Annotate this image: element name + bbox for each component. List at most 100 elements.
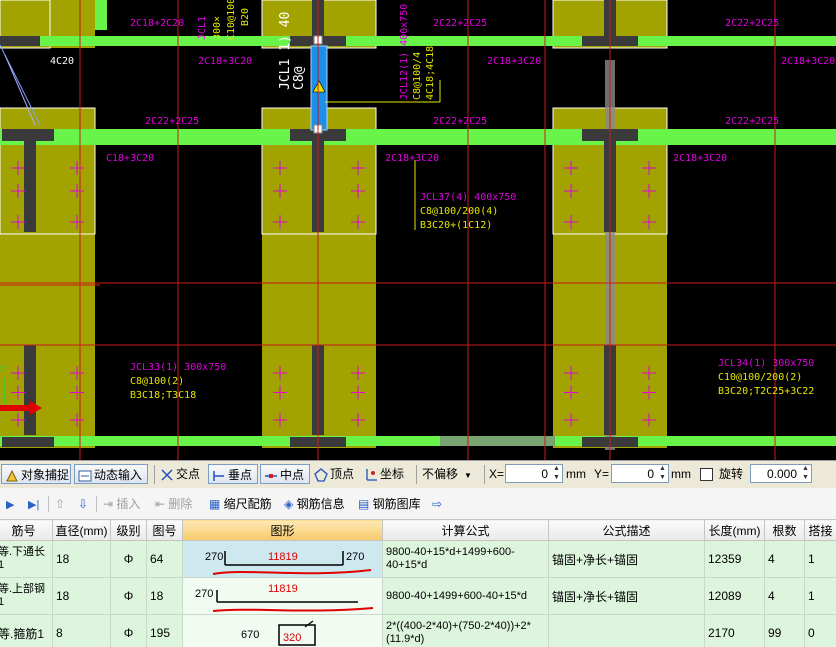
midpoint-snap[interactable]: 中点 — [260, 464, 310, 484]
count-cell[interactable]: 99 — [764, 614, 805, 647]
column-header-figure-no[interactable]: 图号 — [146, 519, 183, 541]
count-cell[interactable]: 4 — [764, 540, 805, 578]
lap-cell[interactable]: 0 — [804, 614, 836, 647]
y-spinner-icon[interactable]: ▲ ▼ — [657, 464, 668, 483]
column-header-length[interactable]: 长度(mm) — [704, 519, 765, 541]
bar-name-cell[interactable]: 等.上部钢1 — [0, 577, 53, 615]
table-row[interactable]: 等.下通长1 18 Φ 64 270 11819 270 9800-40+15* — [0, 540, 836, 578]
grade-cell[interactable]: Φ — [110, 577, 147, 615]
figure-no-cell[interactable]: 195 — [146, 614, 183, 647]
insert-button[interactable]: ⇥ 插入 — [103, 495, 140, 513]
last-record-icon[interactable]: ▶| — [28, 495, 39, 513]
cad-drawing-canvas[interactable]: Y 2C18+2C20 2C22+2C25 2C22+2C25 2C18+3C2… — [0, 0, 836, 460]
scale-rebar-button[interactable]: ▦ 缩尺配筋 — [209, 495, 272, 513]
info-icon: ◈ — [284, 497, 297, 511]
dynamic-input-button[interactable]: 动态输入 — [74, 464, 148, 484]
intersection-snap[interactable]: 交点 — [160, 464, 200, 484]
grade-cell[interactable]: Φ — [110, 540, 147, 578]
formula-cell[interactable]: 9800-40+1499+600-40+15*d — [382, 577, 549, 615]
formula-desc-cell[interactable]: 锚固+净长+锚固 — [548, 540, 705, 578]
formula-cell[interactable]: 9800-40+15*d+1499+600-40+15*d — [382, 540, 549, 578]
column-header-formula[interactable]: 计算公式 — [382, 519, 549, 541]
column-header-formula-desc[interactable]: 公式描述 — [548, 519, 705, 541]
bar-name-line2: 1 — [0, 559, 4, 571]
move-up-icon[interactable]: ⇧ — [55, 495, 65, 513]
beam-label: 2C18+3C20 — [487, 56, 541, 67]
diameter-cell[interactable]: 18 — [52, 577, 111, 615]
shape-cell[interactable]: 670 320 — [182, 614, 383, 647]
rotate-label: 旋转 — [719, 467, 744, 481]
delete-label: 删除 — [168, 497, 193, 511]
stirrup-label: C8@100/200(4) — [420, 206, 498, 217]
rotate-checkbox[interactable]: 旋转 — [700, 464, 743, 484]
rebar-table: 筋号 直径(mm) 级别 图号 图形 计算公式 公式描述 长度(mm) 根数 搭… — [0, 519, 836, 647]
length-cell[interactable]: 12359 — [704, 540, 765, 578]
beam-name: JCL34(1) 300x750 — [718, 358, 814, 369]
shape-cell[interactable]: 270 11819 — [182, 577, 383, 615]
shape-mid-dim: 320 — [283, 632, 301, 644]
beam-row-top[interactable] — [0, 36, 836, 46]
vertical-beam-label: JCL12(1) 400x750 — [399, 4, 410, 100]
x-spinner-icon[interactable]: ▲ ▼ — [551, 464, 562, 483]
dynamic-input-label: 动态输入 — [94, 468, 143, 482]
count-cell[interactable]: 4 — [764, 577, 805, 615]
diameter-cell[interactable]: 8 — [52, 614, 111, 647]
perpendicular-snap[interactable]: 垂点 — [208, 464, 258, 484]
column-left[interactable] — [0, 108, 95, 448]
figure-no-cell[interactable]: 64 — [146, 540, 183, 578]
coordinate-snap[interactable]: 坐标 — [364, 464, 404, 484]
vertex-icon — [314, 467, 328, 482]
column-header-shape[interactable]: 图形 — [182, 519, 383, 541]
table-header-row: 筋号 直径(mm) 级别 图号 图形 计算公式 公式描述 长度(mm) 根数 搭… — [0, 519, 836, 541]
figure-no-cell[interactable]: 18 — [146, 577, 183, 615]
column-header-bar-no[interactable]: 筋号 — [0, 519, 53, 541]
ruler-icon: ▦ — [209, 497, 224, 511]
table-row[interactable]: 等.箍筋1 8 Φ 195 670 320 2*((400-2*40)+(750… — [0, 614, 836, 647]
rebar-info-button[interactable]: ◈ 钢筋信息 — [284, 495, 345, 513]
formula-cell[interactable]: 2*((400-2*40)+(750-2*40))+2*(11.9*d) — [382, 614, 549, 647]
rebar-label: B3C20+(1C12) — [420, 220, 492, 231]
bar-name-line1: 等.上部钢 — [0, 583, 46, 595]
delete-button[interactable]: ⇤ 删除 — [155, 495, 192, 513]
rebar-library-button[interactable]: ▤ 钢筋图库 — [358, 495, 421, 513]
snap-toolbar: 对象捕捉 动态输入 交点 垂点 中点 顶点 坐标 不偏移 ▼ X= ▲▼ mm Y… — [0, 460, 836, 489]
move-down-icon[interactable]: ⇩ — [78, 495, 88, 513]
export-icon[interactable]: ⇨ — [432, 495, 442, 513]
grade-cell[interactable]: Φ — [110, 614, 147, 647]
lap-cell[interactable]: 1 — [804, 540, 836, 578]
beam-label: 2C22+2C25 — [145, 116, 199, 127]
shape-cell[interactable]: 270 11819 270 — [182, 540, 383, 578]
beam-row-middle[interactable] — [0, 129, 836, 145]
rotate-spinner-icon[interactable]: ▲ ▼ — [800, 464, 811, 483]
vertical-beam-label: JCL1 1) 40 — [278, 12, 293, 90]
formula-desc-cell[interactable] — [548, 614, 705, 647]
cad-drawing[interactable]: Y 2C18+2C20 2C22+2C25 2C22+2C25 2C18+3C2… — [0, 0, 836, 460]
play-icon[interactable]: ▶ — [6, 495, 14, 513]
bar-name-cell[interactable]: 等.下通长1 — [0, 540, 53, 578]
table-row[interactable]: 等.上部钢1 18 Φ 18 270 11819 9800-40+1499+60… — [0, 577, 836, 615]
vertex-snap[interactable]: 顶点 — [314, 464, 354, 484]
diameter-cell[interactable]: 18 — [52, 540, 111, 578]
length-cell[interactable]: 2170 — [704, 614, 765, 647]
object-snap-button[interactable]: 对象捕捉 — [1, 464, 71, 484]
vertical-beam-label: 4C18;4C18 — [425, 46, 436, 100]
rebar-info-label: 钢筋信息 — [296, 497, 345, 511]
beam-label: 2C18+3C20 — [385, 153, 439, 164]
column-header-diameter[interactable]: 直径(mm) — [52, 519, 111, 541]
beam-name: JCL33(1) 300x750 — [130, 362, 226, 373]
beam-label: 2C18+2C20 — [130, 18, 184, 29]
lap-cell[interactable]: 1 — [804, 577, 836, 615]
offset-mode-dropdown[interactable]: 不偏移 ▼ — [422, 464, 482, 484]
shape-mid-dim: 11819 — [268, 551, 298, 563]
perpendicular-label: 垂点 — [228, 468, 253, 482]
beam-row-bottom[interactable] — [0, 436, 836, 446]
column-header-lap[interactable]: 搭接 — [804, 519, 836, 541]
bar-name-cell[interactable]: 等.箍筋1 — [0, 614, 53, 647]
coordinate-label: 坐标 — [380, 467, 405, 481]
length-cell[interactable]: 12089 — [704, 577, 765, 615]
column-header-count[interactable]: 根数 — [764, 519, 805, 541]
beam-label: 2C22+2C25 — [725, 18, 779, 29]
formula-desc-cell[interactable]: 锚固+净长+锚固 — [548, 577, 705, 615]
vertical-beam-label: JCL1 — [197, 16, 208, 40]
column-header-grade[interactable]: 级别 — [110, 519, 147, 541]
